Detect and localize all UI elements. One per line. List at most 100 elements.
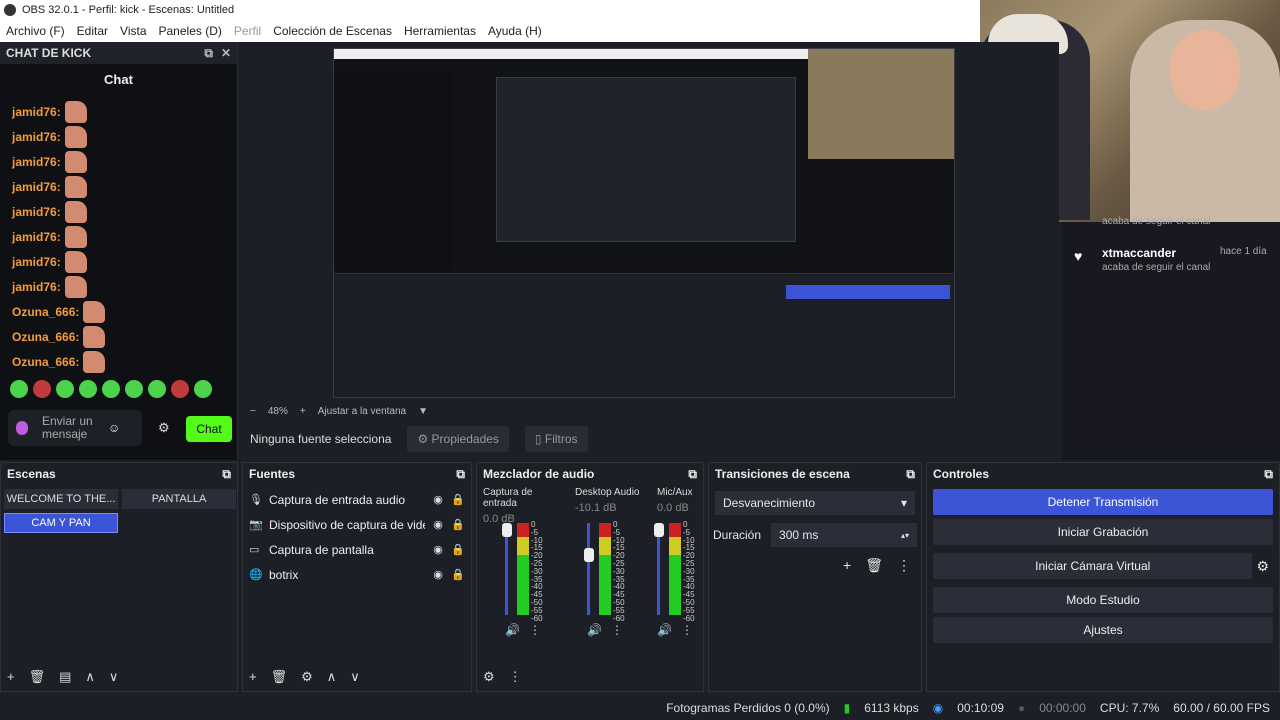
chat-user[interactable]: jamid76: bbox=[12, 155, 61, 169]
scene-item-active[interactable]: CAM Y PAN bbox=[4, 513, 118, 533]
lock-icon[interactable]: 🔒 bbox=[451, 568, 465, 581]
zoom-in-button[interactable]: + bbox=[300, 406, 306, 417]
mic-icon[interactable] bbox=[16, 421, 28, 435]
fader-knob[interactable] bbox=[584, 547, 594, 562]
chat-user[interactable]: jamid76: bbox=[12, 280, 61, 294]
speaker-icon[interactable]: 🔊 bbox=[505, 623, 520, 637]
kebab-menu-icon[interactable]: ⋮ bbox=[529, 623, 541, 637]
up-icon[interactable]: ∧ bbox=[85, 669, 95, 685]
lock-icon[interactable]: 🔒 bbox=[451, 543, 465, 556]
sources-title: Fuentes bbox=[249, 467, 296, 481]
filter-icon[interactable]: ▤ bbox=[59, 669, 71, 685]
chat-input[interactable]: Enviar un mensaje ☺ bbox=[8, 410, 142, 446]
emote-icon[interactable] bbox=[194, 380, 212, 398]
menu-coleccion[interactable]: Colección de Escenas bbox=[273, 24, 392, 38]
add-icon[interactable]: + bbox=[7, 669, 15, 685]
emoji-icon[interactable]: ☺ bbox=[108, 421, 120, 435]
float-icon[interactable]: ⧉ bbox=[688, 467, 697, 482]
source-item[interactable]: ▭ Captura de pantalla ◉ 🔒 bbox=[243, 537, 471, 562]
preview-canvas[interactable] bbox=[333, 48, 955, 398]
eye-icon[interactable]: ◉ bbox=[431, 568, 445, 581]
source-item[interactable]: 📷 Dispositivo de captura de video ◉ 🔒 bbox=[243, 512, 471, 537]
scene-item[interactable]: WELCOME TO THE... bbox=[4, 489, 118, 509]
chat-send-button[interactable]: Chat bbox=[186, 416, 232, 442]
menu-paneles[interactable]: Paneles (D) bbox=[159, 24, 222, 38]
chat-input-placeholder: Enviar un mensaje bbox=[42, 414, 93, 441]
menu-ayuda[interactable]: Ayuda (H) bbox=[488, 24, 542, 38]
float-icon[interactable]: ⧉ bbox=[222, 467, 231, 482]
chat-user[interactable]: jamid76: bbox=[12, 230, 61, 244]
trash-icon[interactable]: 🗑 bbox=[29, 669, 46, 685]
kebab-menu-icon[interactable]: ⋮ bbox=[611, 623, 623, 637]
transition-select[interactable]: Desvanecimiento ▾ bbox=[715, 491, 915, 515]
emote-icon[interactable] bbox=[125, 380, 143, 398]
start-virtual-camera-button[interactable]: Iniciar Cámara Virtual bbox=[933, 553, 1253, 579]
menu-archivo[interactable]: Archivo (F) bbox=[6, 24, 65, 38]
emote-icon[interactable] bbox=[79, 380, 97, 398]
settings-button[interactable]: Ajustes bbox=[933, 617, 1273, 643]
lock-icon[interactable]: 🔒 bbox=[451, 493, 465, 506]
gear-icon[interactable]: ⚙ bbox=[1256, 558, 1269, 575]
gear-icon[interactable]: ⚙ bbox=[158, 420, 170, 436]
lock-icon[interactable]: 🔒 bbox=[451, 518, 465, 531]
emote-icon[interactable] bbox=[102, 380, 120, 398]
scene-item[interactable]: PANTALLA bbox=[122, 489, 236, 509]
kebab-menu-icon[interactable]: ⋮ bbox=[897, 557, 911, 574]
chat-user[interactable]: jamid76: bbox=[12, 130, 61, 144]
kebab-menu-icon[interactable]: ⋮ bbox=[509, 669, 522, 685]
properties-button[interactable]: ⚙ Propiedades bbox=[407, 426, 509, 452]
duration-input[interactable]: 300 ms ▴▾ bbox=[771, 523, 917, 547]
close-icon[interactable]: ✕ bbox=[221, 46, 231, 61]
chat-user[interactable]: Ozuna_666: bbox=[12, 330, 79, 344]
up-icon[interactable]: ∧ bbox=[327, 669, 337, 685]
emote-icon[interactable] bbox=[56, 380, 74, 398]
source-item[interactable]: 🌐 botrix ◉ 🔒 bbox=[243, 562, 471, 587]
float-icon[interactable]: ⧉ bbox=[1264, 467, 1273, 482]
down-icon[interactable]: ∨ bbox=[109, 669, 119, 685]
studio-mode-button[interactable]: Modo Estudio bbox=[933, 587, 1273, 613]
eye-icon[interactable]: ◉ bbox=[431, 493, 445, 506]
speaker-icon[interactable]: 🔊 bbox=[587, 623, 602, 637]
speaker-icon[interactable]: 🔊 bbox=[657, 623, 672, 637]
source-item[interactable]: 🎙 Captura de entrada audio ◉ 🔒 bbox=[243, 487, 471, 512]
fps: 60.00 / 60.00 FPS bbox=[1173, 701, 1270, 715]
spinner-icon[interactable]: ▴▾ bbox=[901, 531, 909, 540]
emote-icon[interactable] bbox=[171, 380, 189, 398]
kebab-menu-icon[interactable]: ⋮ bbox=[681, 623, 693, 637]
fader-knob[interactable] bbox=[654, 523, 664, 537]
emote-icon[interactable] bbox=[33, 380, 51, 398]
chat-user[interactable]: jamid76: bbox=[12, 255, 61, 269]
add-icon[interactable]: + bbox=[843, 557, 851, 574]
down-icon[interactable]: ∨ bbox=[350, 669, 360, 685]
zoom-out-button[interactable]: − bbox=[250, 406, 256, 417]
fit-window-select[interactable]: Ajustar a la ventana bbox=[318, 406, 406, 417]
float-icon[interactable]: ⧉ bbox=[204, 46, 213, 61]
start-recording-button[interactable]: Iniciar Grabación bbox=[933, 519, 1273, 545]
volume-fader[interactable] bbox=[587, 523, 590, 615]
stop-streaming-button[interactable]: Detener Transmisión bbox=[933, 489, 1273, 515]
emote-icon[interactable] bbox=[148, 380, 166, 398]
chat-user[interactable]: jamid76: bbox=[12, 105, 61, 119]
fader-knob[interactable] bbox=[502, 523, 512, 537]
gear-icon[interactable]: ⚙ bbox=[483, 669, 495, 685]
menu-editar[interactable]: Editar bbox=[77, 24, 108, 38]
eye-icon[interactable]: ◉ bbox=[431, 543, 445, 556]
trash-icon[interactable]: 🗑 bbox=[271, 669, 288, 685]
chat-user[interactable]: jamid76: bbox=[12, 205, 61, 219]
menu-herramientas[interactable]: Herramientas bbox=[404, 24, 476, 38]
menu-vista[interactable]: Vista bbox=[120, 24, 146, 38]
emote-icon[interactable] bbox=[10, 380, 28, 398]
chat-user[interactable]: jamid76: bbox=[12, 180, 61, 194]
float-icon[interactable]: ⧉ bbox=[456, 467, 465, 482]
trash-icon[interactable]: 🗑 bbox=[865, 557, 883, 574]
add-icon[interactable]: + bbox=[249, 669, 257, 685]
gear-icon[interactable]: ⚙ bbox=[301, 669, 313, 685]
chevron-down-icon[interactable]: ▼ bbox=[418, 406, 428, 417]
chat-user[interactable]: Ozuna_666: bbox=[12, 305, 79, 319]
filters-button[interactable]: ▯ Filtros bbox=[524, 426, 588, 452]
menu-perfil[interactable]: Perfil bbox=[234, 24, 261, 38]
eye-icon[interactable]: ◉ bbox=[431, 518, 445, 531]
float-icon[interactable]: ⧉ bbox=[906, 467, 915, 482]
follow-cut-text: acaba de seguir el canal bbox=[1102, 216, 1211, 227]
chat-user[interactable]: Ozuna_666: bbox=[12, 355, 79, 369]
